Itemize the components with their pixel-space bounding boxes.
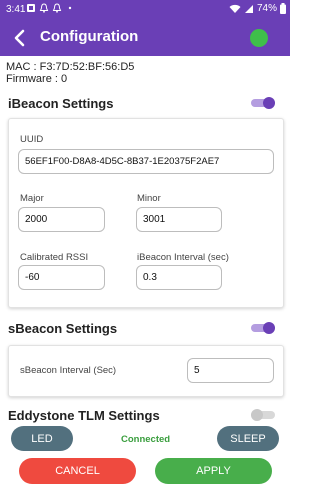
- firmware-version: Firmware : 0: [6, 73, 68, 85]
- sbeacon-interval-input[interactable]: 5: [187, 358, 274, 383]
- ibeacon-card: UUID 56EF1F00-D8A8-4D5C-8B37-1E20375F2AE…: [8, 118, 284, 308]
- page-title: Configuration: [40, 28, 139, 45]
- rssi-input[interactable]: -60: [18, 265, 105, 290]
- eddystone-toggle[interactable]: [251, 409, 275, 421]
- major-label: Major: [20, 193, 44, 204]
- major-input[interactable]: 2000: [18, 207, 105, 232]
- sbeacon-toggle[interactable]: [251, 322, 275, 334]
- sbeacon-interval-label: sBeacon Interval (Sec): [20, 365, 117, 376]
- uuid-label: UUID: [20, 134, 44, 145]
- connection-status-text: Connected: [121, 434, 171, 445]
- status-right: 74%: [229, 3, 286, 14]
- eddystone-section-title: Eddystone TLM Settings: [8, 408, 160, 423]
- cancel-button[interactable]: CANCEL: [19, 458, 136, 484]
- back-arrow-icon[interactable]: [10, 28, 30, 48]
- status-bar: 3:41 74%: [0, 0, 290, 20]
- led-button[interactable]: LED: [11, 426, 73, 451]
- ibeacon-section-title: iBeacon Settings: [8, 96, 114, 111]
- sbeacon-section-title: sBeacon Settings: [8, 321, 118, 336]
- mac-address: MAC : F3:7D:52:BF:56:D5: [6, 61, 135, 73]
- bell-icon-2: [52, 3, 62, 13]
- connection-status-dot: [250, 29, 268, 47]
- signal-icon: [244, 4, 253, 13]
- minor-label: Minor: [137, 193, 161, 204]
- ibeacon-interval-input[interactable]: 0.3: [136, 265, 222, 290]
- sleep-button[interactable]: SLEEP: [217, 426, 279, 451]
- apply-button[interactable]: APPLY: [155, 458, 272, 484]
- dot-icon: [68, 6, 72, 10]
- status-time: 3:41: [6, 4, 26, 15]
- app-bar: Configuration: [0, 20, 290, 56]
- rssi-label: Calibrated RSSI: [20, 252, 89, 263]
- sbeacon-card: sBeacon Interval (Sec) 5: [8, 345, 284, 397]
- battery-percent: 74%: [256, 3, 277, 14]
- ibeacon-interval-label: iBeacon Interval (sec): [137, 252, 229, 263]
- wifi-icon: [229, 4, 241, 13]
- minor-input[interactable]: 3001: [136, 207, 222, 232]
- notification-box-icon: [27, 4, 35, 12]
- notification-icons: [26, 3, 75, 13]
- bell-icon: [39, 3, 49, 13]
- uuid-input[interactable]: 56EF1F00-D8A8-4D5C-8B37-1E20375F2AE7: [18, 149, 274, 174]
- ibeacon-toggle[interactable]: [251, 97, 275, 109]
- battery-icon: [280, 3, 286, 14]
